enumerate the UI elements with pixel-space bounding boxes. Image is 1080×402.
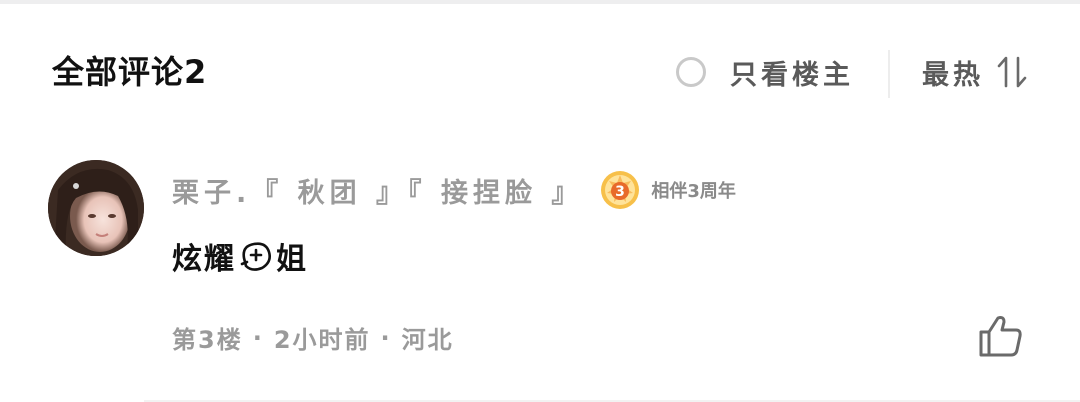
comment-text-part2: 姐 [276,242,308,277]
svg-text:3: 3 [615,184,625,200]
comment-item: 栗子.『 秋团 』『 接捏脸 』 3 相伴3周年 炫耀 姐 第3楼 · 2小时前… [0,136,1080,402]
location: 河北 [401,326,454,354]
floor-number: 第3楼 [172,326,243,354]
emoji-sticker-icon [240,242,271,271]
radio-circle-icon[interactable] [676,57,706,87]
sort-hot-button[interactable]: 最热 [922,54,1028,91]
sort-label: 最热 [922,59,984,91]
avatar[interactable] [48,160,144,256]
meta-separator: · [380,323,392,352]
post-time: 2小时前 [273,326,371,354]
comments-header: 全部评论2 只看楼主 最热 [0,4,1080,136]
anniversary-badge[interactable]: 3 相伴3周年 [599,169,736,211]
badge-label: 相伴3周年 [651,181,736,202]
only-op-filter[interactable]: 只看楼主 [676,54,854,91]
meta-separator: · [252,323,264,352]
username[interactable]: 栗子.『 秋团 』『 接捏脸 』 [172,171,583,210]
comments-title: 全部评论2 [52,53,208,91]
comment-text: 炫耀 姐 [172,234,1032,278]
sort-arrows-icon [997,56,1027,88]
comment-meta: 第3楼 · 2小时前 · 河北 [172,320,454,355]
author-row: 栗子.『 秋团 』『 接捏脸 』 3 相伴3周年 [172,168,1032,212]
comment-text-part1: 炫耀 [172,242,236,277]
comment-body: 栗子.『 秋团 』『 接捏脸 』 3 相伴3周年 炫耀 姐 [172,168,1032,278]
thumbs-up-icon[interactable] [976,312,1024,360]
anniversary-medal-icon: 3 [601,171,640,209]
comments-section: 全部评论2 只看楼主 最热 栗子.『 秋团 』『 接捏脸 』 3 相伴3周年 炫… [0,4,1080,402]
header-divider [888,50,890,98]
only-op-label: 只看楼主 [730,59,854,91]
